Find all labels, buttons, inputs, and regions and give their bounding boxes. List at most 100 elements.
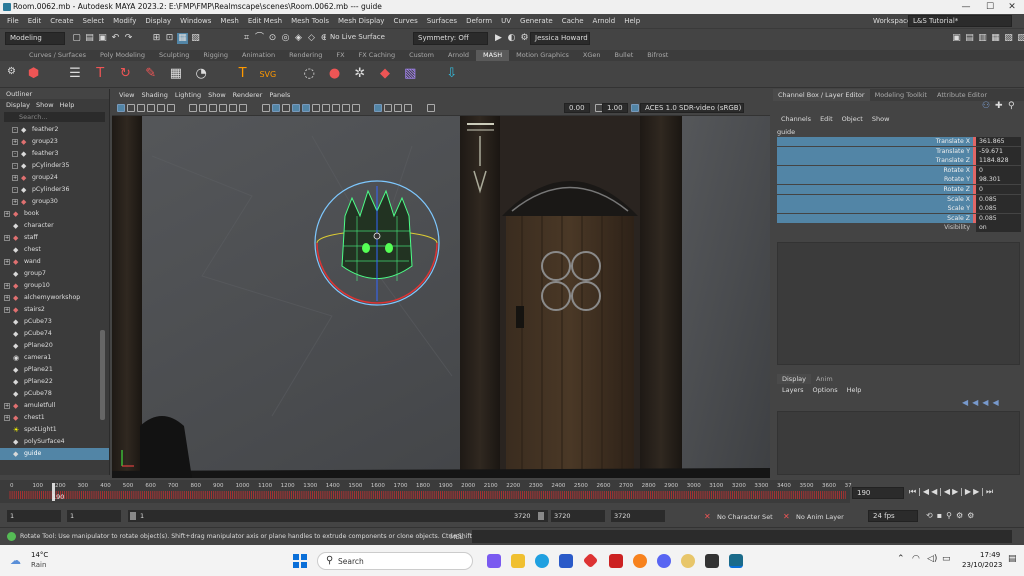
undo-icon[interactable]: ↶ [110, 33, 121, 44]
animation-start-field[interactable]: 1 [7, 510, 61, 522]
outliner-item[interactable]: ☀ spotLight1 [0, 424, 109, 436]
outliner-item[interactable]: ◆ character [0, 220, 109, 232]
snap-view-icon[interactable]: ◎ [280, 33, 291, 44]
workspace-dropdown[interactable]: L&S Tutorial* [908, 15, 1012, 27]
outliner-item[interactable]: + ◆ chest1 [0, 412, 109, 424]
outliner-item[interactable]: ◆ pCube74 [0, 328, 109, 340]
playback-start-field[interactable]: 1 [67, 510, 121, 522]
menu-modify[interactable]: Modify [113, 17, 136, 25]
clock-time[interactable]: 17:49 [980, 551, 1000, 559]
menu-arnold[interactable]: Arnold [593, 17, 616, 25]
tab-modeling-toolkit[interactable]: Modeling Toolkit [870, 89, 932, 101]
symmetry-dropdown[interactable]: Symmetry: Off [413, 32, 488, 45]
depth-of-field-icon[interactable] [351, 104, 360, 112]
grid-icon[interactable] [189, 104, 198, 112]
resolution-gate-icon[interactable] [209, 104, 218, 112]
channel-value-field[interactable]: 0.085 [976, 213, 1021, 223]
mash-strands-icon[interactable]: ▧ [402, 65, 419, 82]
xray-joints-icon[interactable] [394, 104, 403, 112]
xray-components-icon[interactable] [404, 104, 413, 112]
bookmark-icon[interactable] [137, 104, 145, 112]
menu-edit-mesh[interactable]: Edit Mesh [248, 17, 282, 25]
shelf-tab[interactable]: Custom [402, 50, 441, 61]
animation-end-field[interactable]: 3720 [611, 510, 665, 522]
snap-point-icon[interactable]: ⊙ [267, 33, 278, 44]
channel-value-field[interactable]: 361.865 [976, 137, 1021, 146]
film-gate-icon[interactable] [199, 104, 208, 112]
menu-set-dropdown[interactable]: Modeling [5, 32, 65, 45]
channel-value-field[interactable]: 0 [976, 185, 1021, 194]
shelf-tab-active[interactable]: MASH [476, 50, 510, 61]
grease-pencil-icon[interactable] [167, 104, 175, 112]
unity-icon[interactable] [705, 554, 719, 568]
range-slider[interactable]: 1 3720 [128, 510, 548, 522]
snap-grid-icon[interactable]: ⌗ [241, 33, 252, 44]
close-button[interactable]: ✕ [1000, 0, 1024, 14]
gate-mask-icon[interactable] [219, 104, 228, 112]
select-component-icon[interactable]: ▦ [177, 33, 188, 44]
open-scene-icon[interactable]: ▤ [84, 33, 95, 44]
menu-help[interactable]: Help [624, 17, 640, 25]
volume-icon[interactable]: ◁) [927, 554, 937, 564]
outliner-item[interactable]: ◆ pPlane20 [0, 340, 109, 352]
expand-toggle-icon[interactable]: - [12, 151, 18, 157]
outliner-item[interactable]: + ◆ stairs2 [0, 304, 109, 316]
viewport-menu-panels[interactable]: Panels [269, 91, 290, 99]
channel-box-icon[interactable]: ▦ [990, 33, 1001, 44]
outliner-item[interactable]: ◆ group7 [0, 268, 109, 280]
outliner-item[interactable]: - ◆ pCylinder35 [0, 160, 109, 172]
viewport-menu-show[interactable]: Show [208, 91, 226, 99]
menu-create[interactable]: Create [50, 17, 73, 25]
redo-icon[interactable]: ↷ [123, 33, 134, 44]
gamma-field[interactable]: 1.00 [602, 103, 628, 113]
cad-app-icon[interactable] [582, 552, 599, 569]
mash-repro-icon[interactable]: ✲ [351, 65, 368, 82]
battery-icon[interactable]: ▭ [942, 554, 951, 564]
channel-box-icon-2[interactable]: ✚ [995, 101, 1003, 111]
playback-end-field[interactable]: 3720 [551, 510, 605, 522]
channel-row[interactable]: Scale Z 0.085 [777, 213, 1021, 223]
shadows-icon[interactable] [311, 104, 320, 112]
outliner-item[interactable]: + ◆ group24 [0, 172, 109, 184]
viewport-menu-lighting[interactable]: Lighting [175, 91, 201, 99]
playback-options-icons[interactable]: ⟲▪⚲⚙⚙ [926, 511, 978, 520]
shelf-gear-icon[interactable]: ⚙ [7, 66, 17, 83]
range-end-handle[interactable] [538, 512, 544, 520]
channel-row[interactable]: Scale Y 0.085 [777, 204, 1021, 214]
mcafee-icon[interactable] [609, 554, 623, 568]
textured-icon[interactable] [291, 104, 300, 112]
expand-toggle-icon[interactable]: + [4, 235, 10, 241]
channel-row[interactable]: Rotate X0 [777, 165, 1021, 175]
channel-value-field[interactable]: 1184.828 [976, 156, 1021, 166]
motion-blur-icon[interactable] [331, 104, 340, 112]
channel-row[interactable]: Rotate Z0 [777, 185, 1021, 194]
outliner-item[interactable]: + ◆ group30 [0, 196, 109, 208]
2d-pan-icon[interactable] [157, 104, 165, 112]
outliner-item[interactable]: + ◆ staff [0, 232, 109, 244]
shelf-tab[interactable]: Rigging [196, 50, 235, 61]
user-account-dropdown[interactable]: Jessica Howard [530, 32, 590, 45]
camera-attrs-icon[interactable] [127, 104, 135, 112]
outliner-item[interactable]: + ◆ amuletfull [0, 400, 109, 412]
ambient-occlusion-icon[interactable] [321, 104, 330, 112]
current-frame-field[interactable]: 190 [852, 487, 904, 499]
select-camera-icon[interactable] [117, 104, 125, 112]
clock-date[interactable]: 23/10/2023 [962, 561, 1002, 569]
attribute-editor-icon[interactable]: ▤ [964, 33, 975, 44]
mash-text-icon[interactable]: T [234, 65, 251, 82]
live-surface-field[interactable]: No Live Surface [326, 32, 411, 45]
outliner-item[interactable]: + ◆ group10 [0, 280, 109, 292]
outliner-item[interactable]: ◆ guide [0, 448, 109, 460]
shelf-tab[interactable]: Rendering [282, 50, 329, 61]
anti-aliasing-icon[interactable] [341, 104, 350, 112]
shelf-tab[interactable]: Curves / Surfaces [22, 50, 93, 61]
mash-export-icon[interactable]: ⇩ [443, 65, 460, 82]
snap-curve-icon[interactable]: ⌒ [254, 33, 265, 44]
shelf-tab[interactable]: FX [329, 50, 351, 61]
outliner-item[interactable]: + ◆ book [0, 208, 109, 220]
channel-box-menu-edit[interactable]: Edit [820, 115, 833, 123]
outliner-search-input[interactable]: Search... [4, 112, 105, 122]
layer-menu-help[interactable]: Help [847, 386, 862, 394]
outliner-item[interactable]: ◉ camera1 [0, 352, 109, 364]
mash-svg-icon[interactable]: SVG [259, 66, 276, 83]
